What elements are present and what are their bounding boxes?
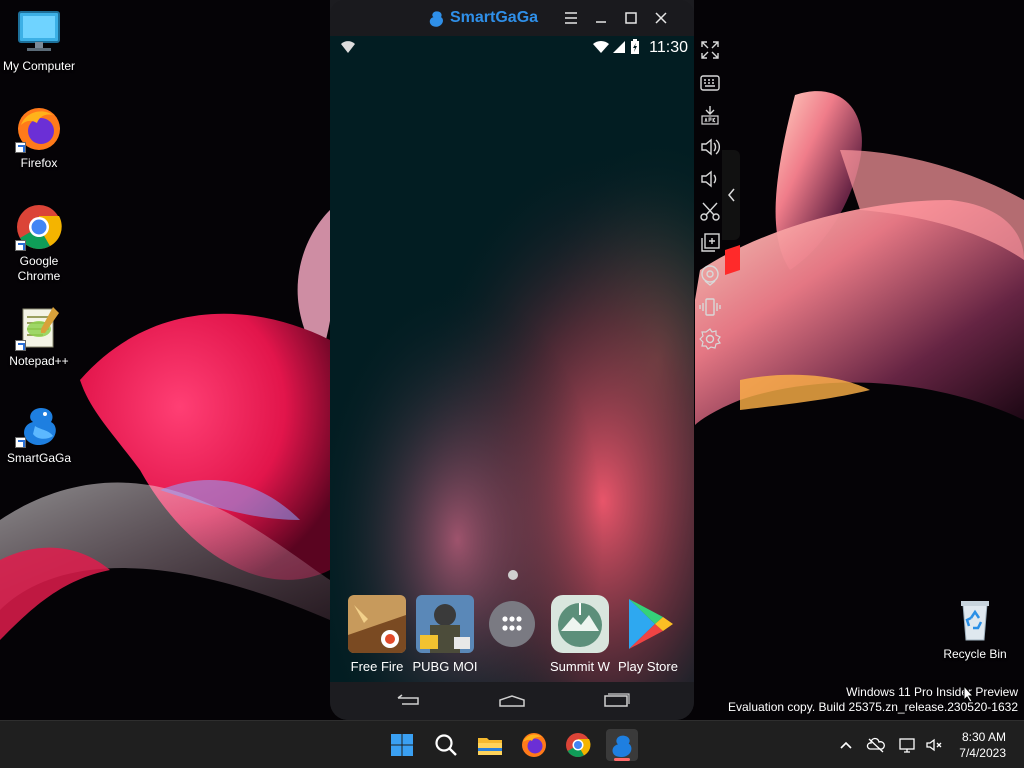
desktop-icon-label: Recycle Bin [943,647,1007,661]
minimize-icon[interactable] [592,9,610,27]
network-icon[interactable] [898,735,918,755]
app-pubg[interactable]: PUBG MOI [408,595,482,674]
summit-icon [551,595,609,653]
firefox-icon [522,733,546,757]
desktop-icon-recycle-bin[interactable]: Recycle Bin [936,596,1014,662]
screenshot-icon[interactable] [698,199,722,223]
monitor-icon [15,8,63,56]
smartgaga-icon [429,11,443,27]
window-title: SmartGaGa [450,9,539,26]
desktop-icon-label: SmartGaGa [6,451,72,465]
notification-icon [340,40,356,59]
toolbar-collapse-handle[interactable] [722,150,740,240]
clock-time: 8:30 AM [961,730,1006,744]
shortcut-arrow-icon [15,340,26,351]
taskbar-smartgaga[interactable] [606,729,638,761]
taskbar-search-button[interactable] [430,729,462,761]
app-summit[interactable]: Summit W [543,595,617,674]
window-brand: SmartGaGa [426,8,538,28]
firefox-icon [15,105,63,153]
desktop-icon-my-computer[interactable]: My Computer [0,8,78,74]
fullscreen-icon[interactable] [698,38,722,62]
app-label: Free Fire [350,659,404,674]
android-status-bar: 11:30 [330,36,694,60]
file-explorer-icon [478,738,502,755]
maximize-icon[interactable] [622,9,640,27]
taskbar-clock[interactable]: 8:30 AM 7/4/2023 [959,729,1006,761]
taskbar-firefox[interactable] [518,729,550,761]
back-icon[interactable] [394,692,424,710]
multi-instance-icon[interactable] [698,231,722,255]
smartgaga-icon [15,400,63,448]
desktop-icon-chrome[interactable]: Google Chrome [0,203,78,284]
desktop-icon-label: Firefox [20,156,58,170]
volume-down-icon[interactable] [698,167,722,191]
onedrive-offline-icon[interactable] [866,735,886,755]
search-icon [435,734,457,756]
recycle-bin-icon [951,596,999,644]
app-label: PUBG MOI [412,659,478,674]
app-play-store[interactable]: Play Store [611,595,685,674]
chrome-icon [566,733,591,758]
free-fire-icon [348,595,406,653]
android-wallpaper [330,36,694,682]
battery-icon [630,39,640,60]
desktop-icon-smartgaga[interactable]: SmartGaGa [0,400,78,466]
location-icon[interactable] [698,263,722,287]
clock-date: 7/4/2023 [959,746,1006,760]
android-nav-bar [330,682,694,720]
shortcut-arrow-icon [15,437,26,448]
shortcut-arrow-icon [15,142,26,153]
menu-icon[interactable] [562,9,580,27]
start-button[interactable] [386,729,418,761]
close-icon[interactable] [652,9,670,27]
settings-icon[interactable] [698,327,722,351]
chevron-left-icon [728,188,735,202]
desktop-icon-label: Notepad++ [9,354,69,368]
desktop-icon-firefox[interactable]: Firefox [0,105,78,171]
volume-up-icon[interactable] [698,135,722,159]
play-store-icon [619,595,677,653]
cellular-signal-icon [612,40,626,59]
home-icon[interactable] [497,692,527,710]
android-clock: 11:30 [649,39,688,56]
shortcut-arrow-icon [15,240,26,251]
desktop-icon-label: My Computer [2,59,76,73]
smartgaga-window[interactable]: SmartGaGa 11:30 Free Fire PUBG MOI Summi… [330,0,694,720]
app-label: Play Store [618,659,678,674]
app-drawer-icon [489,601,535,647]
keyboard-icon[interactable] [698,71,722,95]
pubg-icon [416,595,474,653]
android-screen[interactable]: 11:30 Free Fire PUBG MOI Summit W Play S… [330,36,694,682]
start-icon [391,734,413,756]
smartgaga-icon [612,735,632,758]
apk-install-icon[interactable] [698,103,722,127]
shake-icon[interactable] [698,295,722,319]
taskbar-file-explorer[interactable] [474,729,506,761]
desktop-icon-notepad-plus-plus[interactable]: Notepad++ [0,303,78,369]
notepad-plus-plus-icon [15,303,63,351]
mouse-cursor-icon [963,684,975,708]
page-indicator [508,570,518,580]
app-drawer-button[interactable] [475,595,549,653]
window-title-bar[interactable]: SmartGaGa [330,0,694,36]
app-label: Summit W [550,659,610,674]
volume-muted-icon[interactable] [924,735,944,755]
recent-apps-icon[interactable] [602,692,632,710]
app-free-fire[interactable]: Free Fire [340,595,414,674]
taskbar-chrome[interactable] [562,729,594,761]
desktop-icon-label: Google Chrome [17,254,61,283]
taskbar: 8:30 AM 7/4/2023 [0,720,1024,768]
wifi-icon [592,40,610,59]
chrome-icon [15,203,63,251]
chevron-up-icon[interactable] [836,735,856,755]
running-app-indicator [614,758,630,761]
